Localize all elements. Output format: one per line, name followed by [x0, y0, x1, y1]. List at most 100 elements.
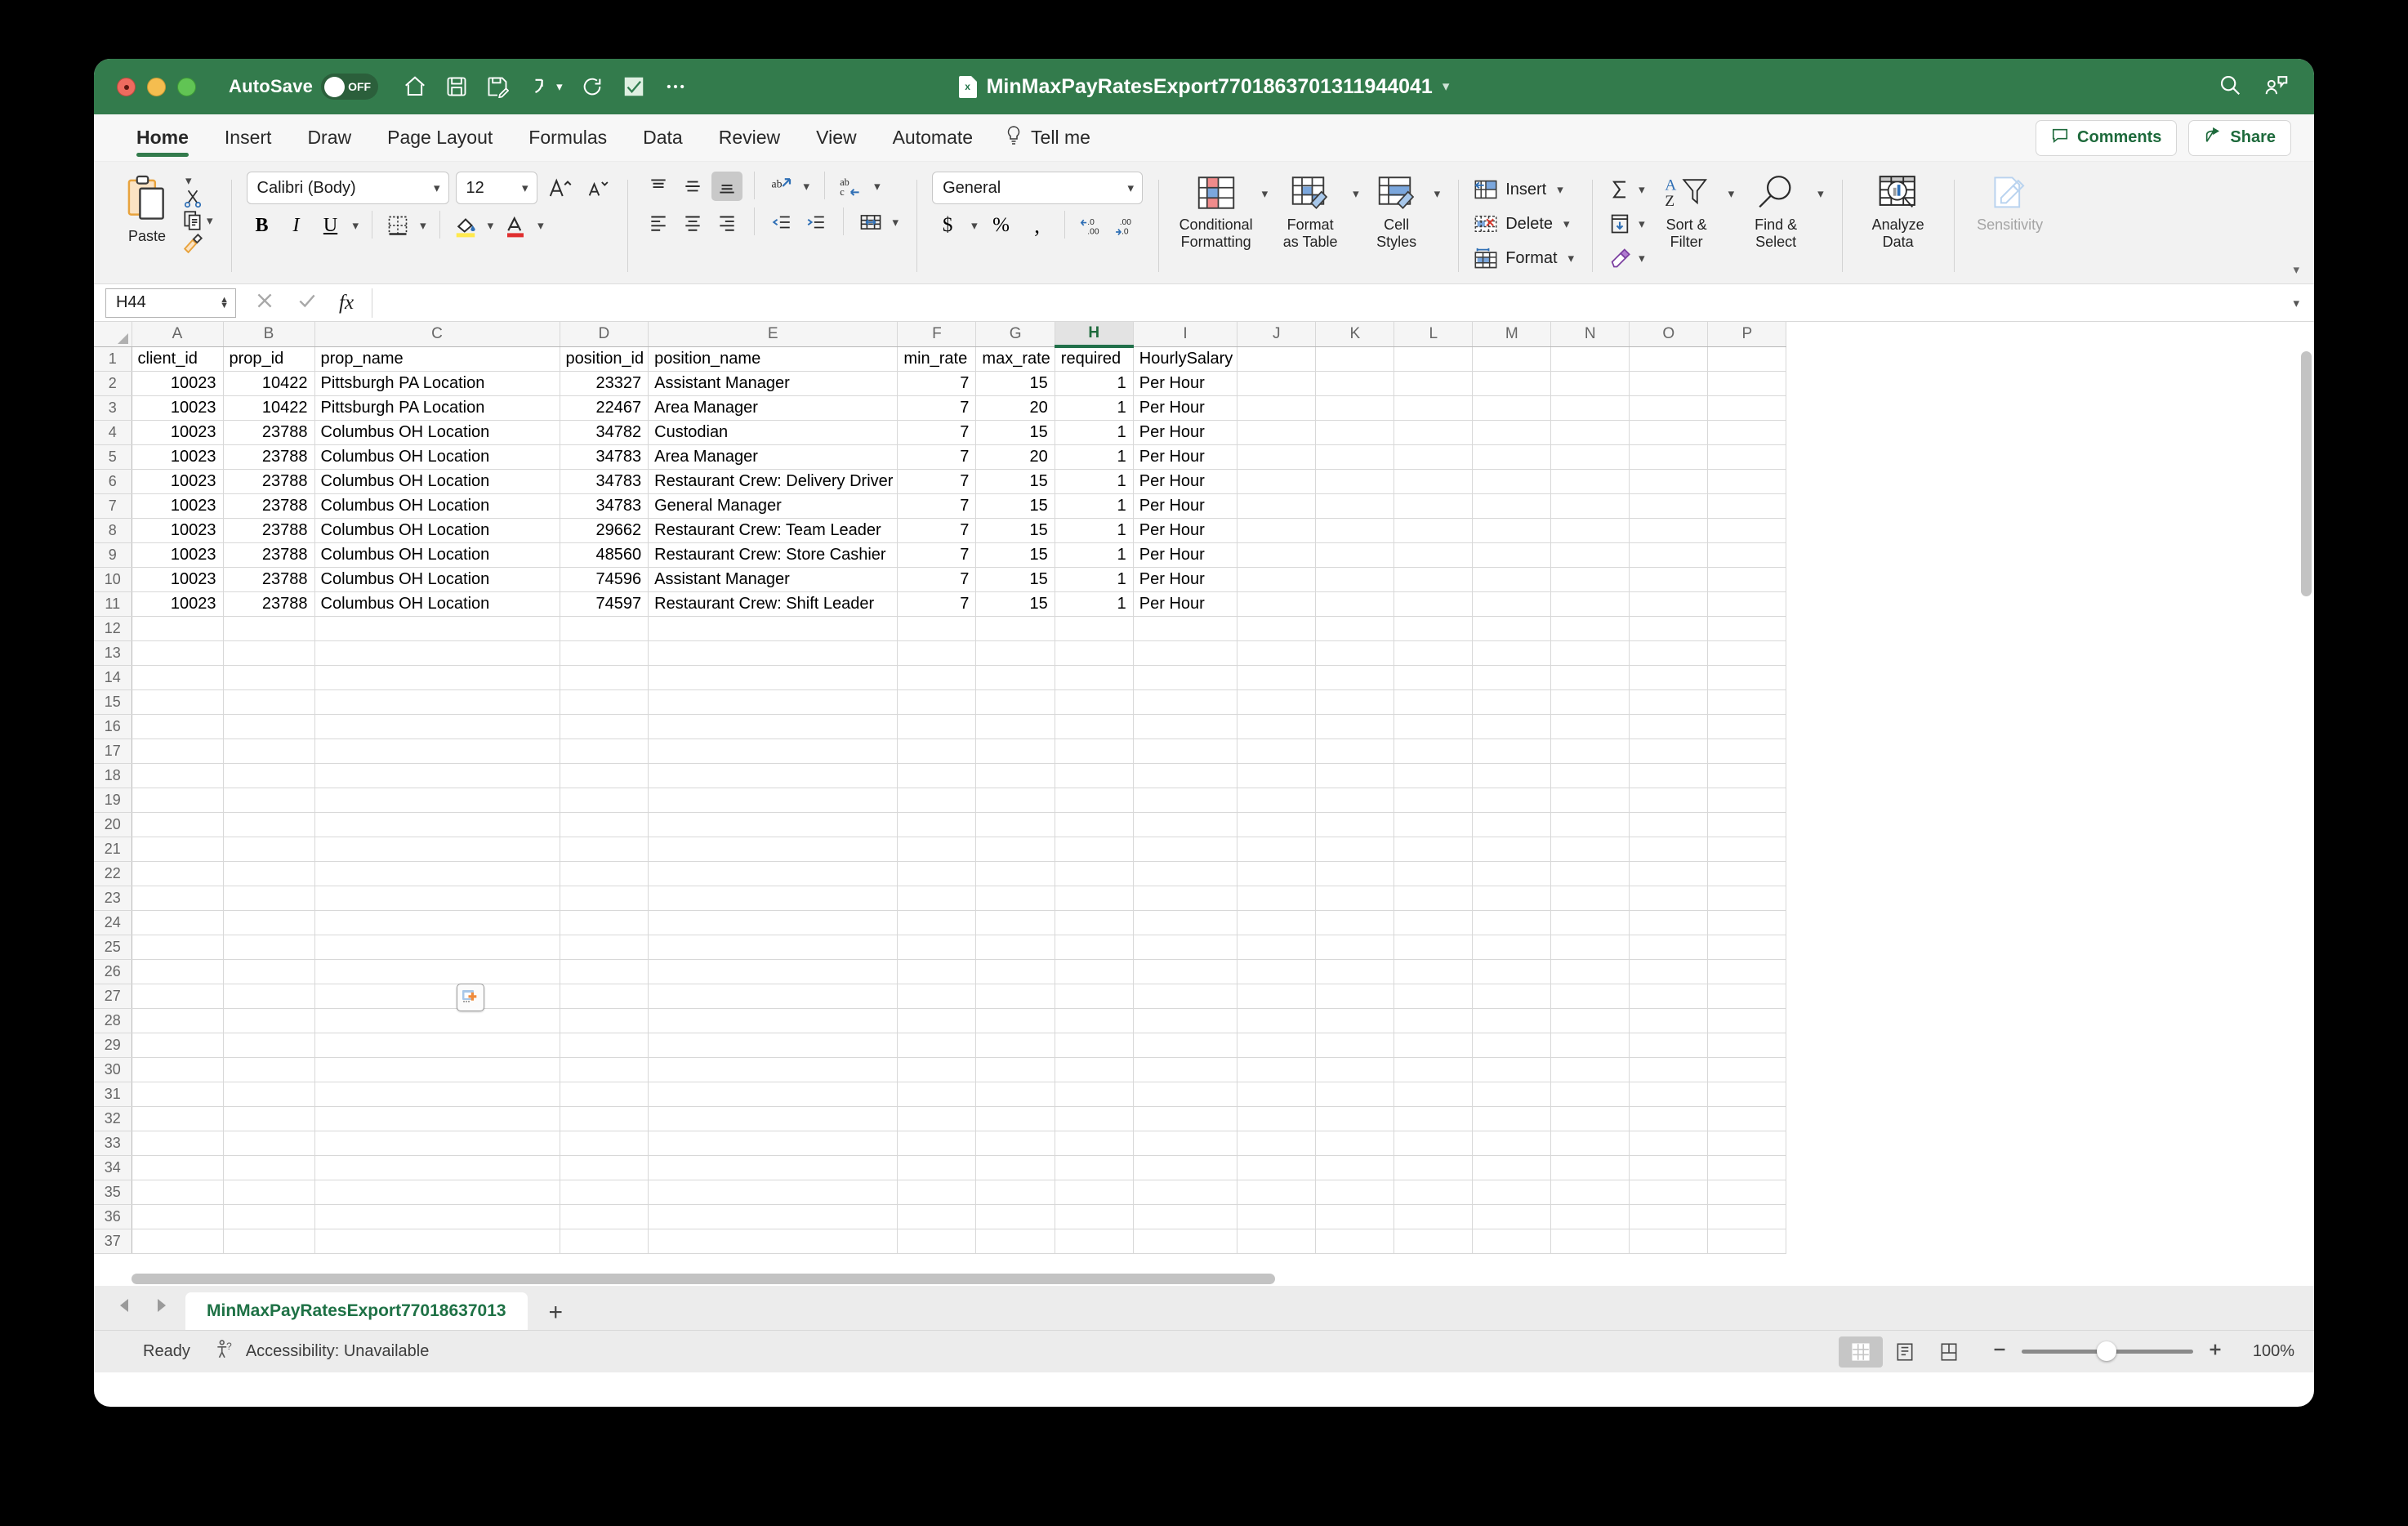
autosave-toggle[interactable]: OFF: [321, 74, 379, 100]
cell-K19[interactable]: [1315, 788, 1395, 813]
cell-L25[interactable]: [1394, 935, 1474, 960]
align-right-button[interactable]: [711, 207, 742, 237]
cell-O26[interactable]: [1629, 959, 1709, 984]
cell-J30[interactable]: [1237, 1057, 1317, 1082]
cell-L4[interactable]: [1394, 420, 1474, 445]
cell-L7[interactable]: [1394, 493, 1474, 519]
maximize-window-button[interactable]: [177, 77, 196, 96]
cell-I15[interactable]: [1133, 689, 1238, 715]
cell-P15[interactable]: [1707, 689, 1787, 715]
cell-F23[interactable]: [897, 886, 977, 911]
title-dropdown-icon[interactable]: ▾: [1443, 78, 1450, 95]
row-header-28[interactable]: 28: [94, 1008, 132, 1033]
cell-A9[interactable]: 10023: [132, 542, 224, 568]
cell-J37[interactable]: [1237, 1229, 1317, 1254]
cell-E18[interactable]: [648, 763, 899, 788]
cell-L13[interactable]: [1394, 640, 1474, 666]
cell-M2[interactable]: [1472, 371, 1552, 396]
cell-A21[interactable]: [132, 837, 224, 862]
cell-D13[interactable]: [560, 640, 649, 666]
cell-I12[interactable]: [1133, 616, 1238, 641]
cell-L32[interactable]: [1394, 1106, 1474, 1131]
cell-F33[interactable]: [897, 1131, 977, 1156]
table-row[interactable]: 27: [94, 984, 1787, 1009]
cell-C32[interactable]: [314, 1106, 560, 1131]
cell-E16[interactable]: [648, 714, 899, 739]
row-header-14[interactable]: 14: [94, 665, 132, 690]
cell-C6[interactable]: Columbus OH Location: [314, 469, 560, 494]
page-break-view-button[interactable]: [1927, 1336, 1971, 1368]
cell-P29[interactable]: [1707, 1033, 1787, 1058]
cell-F4[interactable]: 7: [897, 420, 977, 445]
cell-B10[interactable]: 23788: [223, 567, 315, 592]
cell-E6[interactable]: Restaurant Crew: Delivery Driver: [648, 469, 899, 494]
cell-C22[interactable]: [314, 861, 560, 886]
cell-A17[interactable]: [132, 738, 224, 764]
cell-G8[interactable]: 15: [975, 518, 1055, 543]
cell-B32[interactable]: [223, 1106, 315, 1131]
cell-I14[interactable]: [1133, 665, 1238, 690]
cell-P36[interactable]: [1707, 1204, 1787, 1229]
cell-O15[interactable]: [1629, 689, 1709, 715]
table-row[interactable]: 36: [94, 1204, 1787, 1229]
cell-N28[interactable]: [1550, 1008, 1630, 1033]
cell-D17[interactable]: [560, 738, 649, 764]
cell-E29[interactable]: [648, 1033, 899, 1058]
cell-N13[interactable]: [1550, 640, 1630, 666]
cell-E2[interactable]: Assistant Manager: [648, 371, 899, 396]
cell-E15[interactable]: [648, 689, 899, 715]
cell-O37[interactable]: [1629, 1229, 1709, 1254]
cell-B37[interactable]: [223, 1229, 315, 1254]
cell-M21[interactable]: [1472, 837, 1552, 862]
cell-C23[interactable]: [314, 886, 560, 911]
cell-I20[interactable]: [1133, 812, 1238, 837]
cell-E13[interactable]: [648, 640, 899, 666]
cell-M24[interactable]: [1472, 910, 1552, 935]
conditional-formatting-dropdown-icon[interactable]: ▾: [1262, 186, 1269, 201]
column-header-d[interactable]: D: [560, 322, 649, 347]
align-top-button[interactable]: [643, 172, 674, 201]
tab-insert[interactable]: Insert: [207, 114, 290, 162]
row-header-31[interactable]: 31: [94, 1082, 132, 1107]
cell-F13[interactable]: [897, 640, 977, 666]
cell-F14[interactable]: [897, 665, 977, 690]
cell-M31[interactable]: [1472, 1082, 1552, 1107]
cell-I3[interactable]: Per Hour: [1133, 395, 1238, 421]
cell-M32[interactable]: [1472, 1106, 1552, 1131]
cell-E10[interactable]: Assistant Manager: [648, 567, 899, 592]
cell-O2[interactable]: [1629, 371, 1709, 396]
cell-D14[interactable]: [560, 665, 649, 690]
cell-F19[interactable]: [897, 788, 977, 813]
cell-A4[interactable]: 10023: [132, 420, 224, 445]
cell-A12[interactable]: [132, 616, 224, 641]
cell-P7[interactable]: [1707, 493, 1787, 519]
cell-O4[interactable]: [1629, 420, 1709, 445]
cell-J27[interactable]: [1237, 984, 1317, 1009]
cell-K26[interactable]: [1315, 959, 1395, 984]
cell-I25[interactable]: [1133, 935, 1238, 960]
table-row[interactable]: 32: [94, 1106, 1787, 1131]
row-header-12[interactable]: 12: [94, 616, 132, 641]
cell-F6[interactable]: 7: [897, 469, 977, 494]
cell-N30[interactable]: [1550, 1057, 1630, 1082]
table-row[interactable]: 10 10023 23788 Columbus OH Location 74596 Ass…: [94, 567, 1787, 592]
cell-E25[interactable]: [648, 935, 899, 960]
cell-B6[interactable]: 23788: [223, 469, 315, 494]
cell-B12[interactable]: [223, 616, 315, 641]
cell-A29[interactable]: [132, 1033, 224, 1058]
confirm-entry-icon[interactable]: [297, 290, 318, 315]
orientation-button[interactable]: ab: [766, 172, 797, 201]
cell-F34[interactable]: [897, 1155, 977, 1180]
cell-G1[interactable]: max_rate: [975, 346, 1055, 372]
cell-A28[interactable]: [132, 1008, 224, 1033]
row-header-3[interactable]: 3: [94, 395, 132, 421]
cell-C33[interactable]: [314, 1131, 560, 1156]
cell-G35[interactable]: [975, 1180, 1055, 1205]
cell-A20[interactable]: [132, 812, 224, 837]
find-select-dropdown-icon[interactable]: ▾: [1817, 186, 1824, 201]
cell-B9[interactable]: 23788: [223, 542, 315, 568]
cell-G32[interactable]: [975, 1106, 1055, 1131]
cell-L36[interactable]: [1394, 1204, 1474, 1229]
table-row[interactable]: 37: [94, 1229, 1787, 1254]
cell-C4[interactable]: Columbus OH Location: [314, 420, 560, 445]
